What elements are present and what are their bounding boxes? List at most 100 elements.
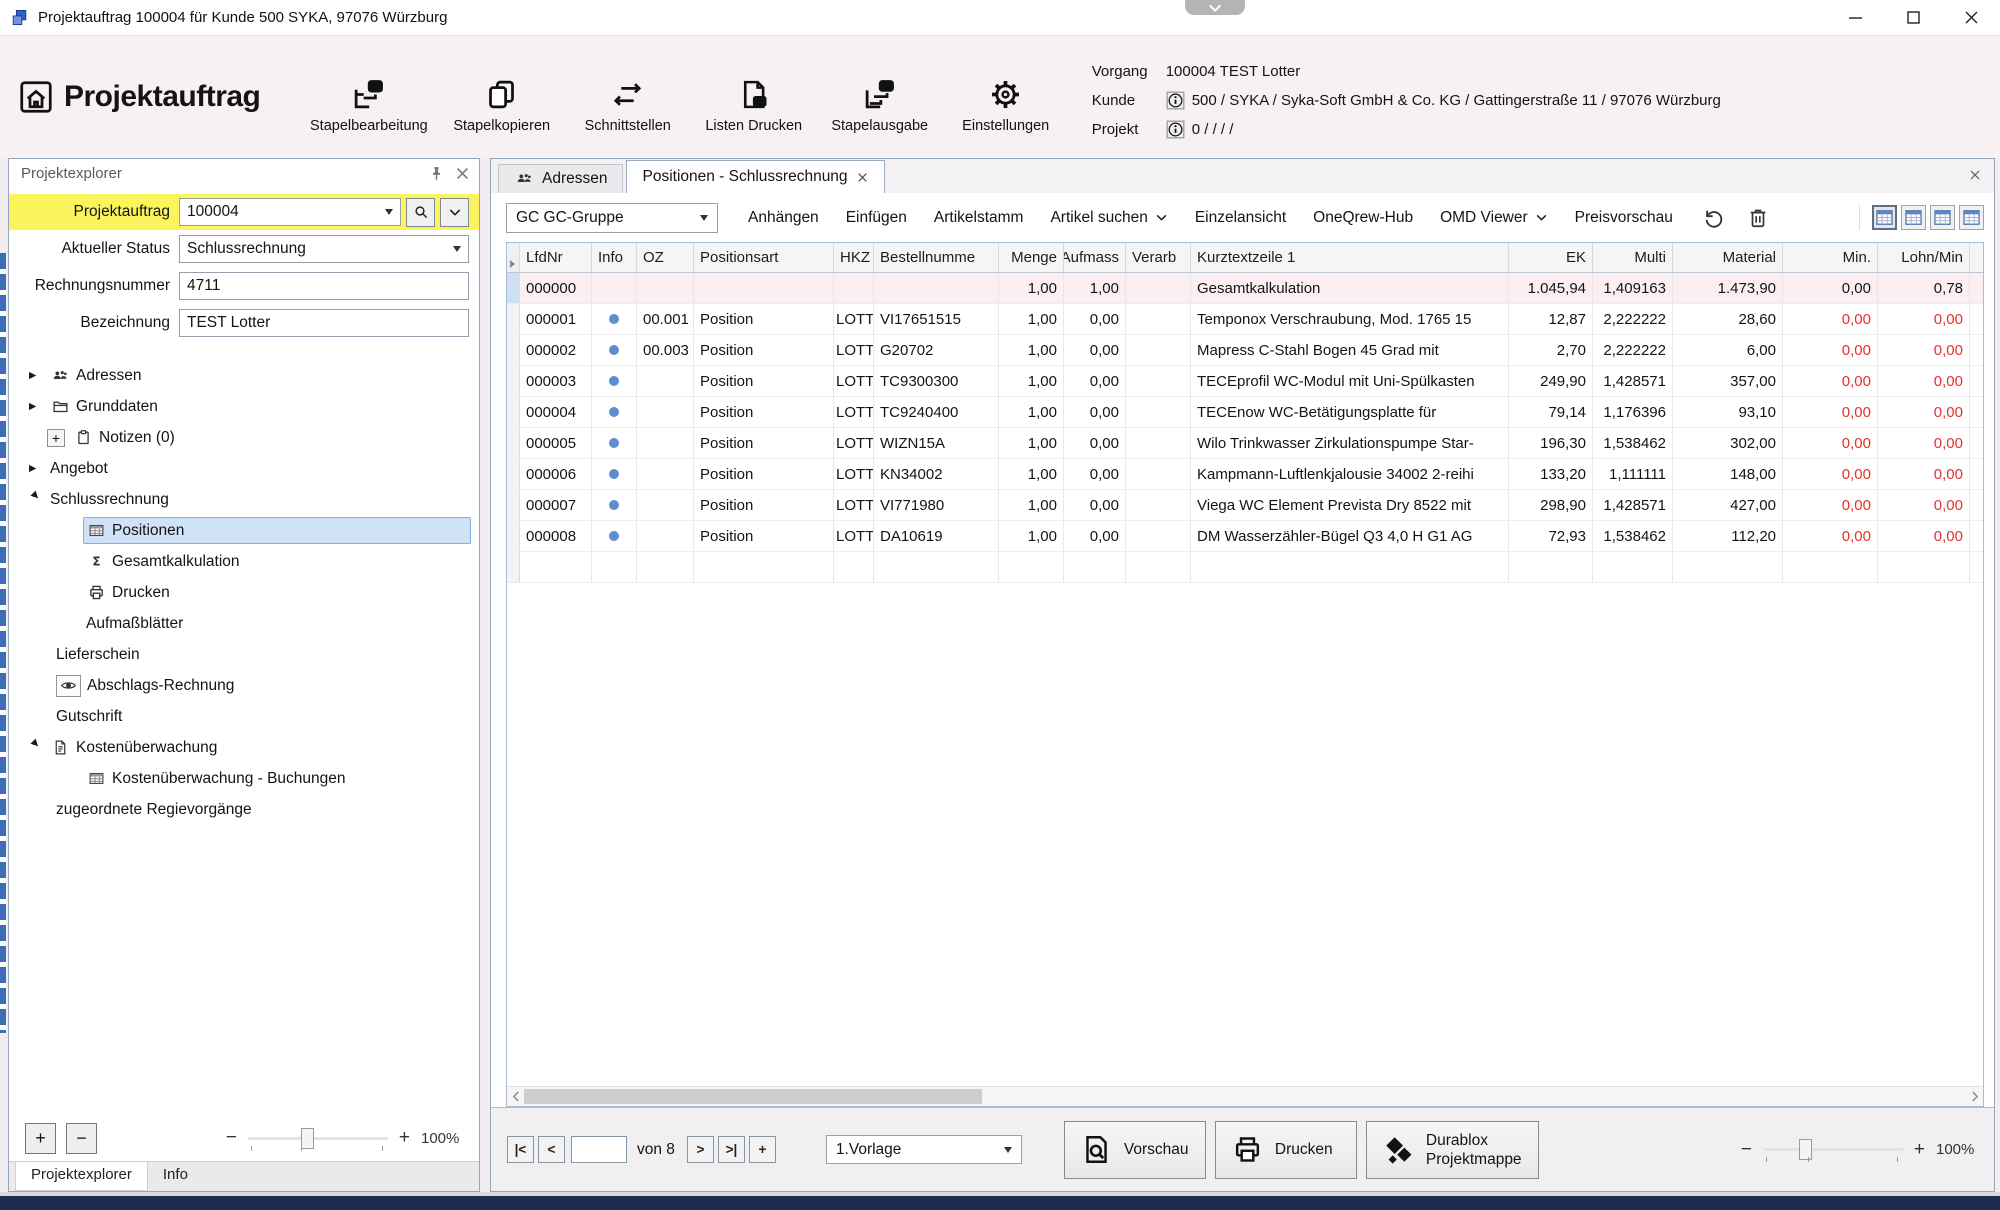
menu-item-oneqrew-hub[interactable]: OneQrew-Hub xyxy=(1313,209,1413,227)
expand-icon[interactable]: ▶ xyxy=(29,463,47,474)
toolbar-button-einstellungen[interactable]: Einstellungen xyxy=(954,78,1058,134)
tree-collapse-all-button[interactable]: − xyxy=(66,1123,97,1154)
row-selector[interactable] xyxy=(507,552,520,582)
tree-item-grunddaten[interactable]: ▶Grunddaten xyxy=(9,391,479,422)
undo-icon[interactable] xyxy=(1703,207,1725,229)
column-header-info[interactable]: Info xyxy=(592,243,637,272)
page-number-input[interactable] xyxy=(571,1136,627,1163)
tab-adressen[interactable]: Adressen xyxy=(498,164,623,193)
next-page-button[interactable]: > xyxy=(687,1136,714,1163)
zoom-slider[interactable] xyxy=(1763,1148,1903,1151)
zoom-out-icon[interactable]: − xyxy=(1741,1139,1752,1161)
toolbar-button-stapelbearbeitung[interactable]: Stapelbearbeitung xyxy=(310,78,428,134)
expand-search-button[interactable] xyxy=(440,198,469,227)
tab-info[interactable]: Info xyxy=(148,1162,203,1191)
table-row-000005[interactable]: 000005PositionLOTTWIZN15A1,000,00Wilo Tr… xyxy=(507,428,1983,459)
zoom-slider-thumb[interactable] xyxy=(301,1128,314,1149)
tree-item-drucken[interactable]: Drucken xyxy=(9,577,479,608)
column-header-lohn-min[interactable]: Lohn/Min xyxy=(1878,243,1970,272)
pin-icon[interactable] xyxy=(428,165,445,182)
row-selector[interactable] xyxy=(507,397,520,427)
row-selector[interactable] xyxy=(507,428,520,458)
tabgroup-close-icon[interactable] xyxy=(1968,168,1982,182)
scrollbar-thumb[interactable] xyxy=(524,1089,982,1104)
zoom-in-icon[interactable]: + xyxy=(399,1127,410,1149)
view-mode-button-3[interactable] xyxy=(1930,205,1955,230)
table-row-000003[interactable]: 000003PositionLOTTTC93003001,000,00TECEp… xyxy=(507,366,1983,397)
view-mode-button-1[interactable] xyxy=(1872,205,1897,230)
minimize-button[interactable] xyxy=(1826,0,1884,35)
last-page-button[interactable]: >| xyxy=(718,1136,745,1163)
projektauftrag-combo[interactable]: 100004 xyxy=(179,198,401,226)
menu-item-artikel-suchen[interactable]: Artikel suchen xyxy=(1050,209,1167,227)
toolbar-button-stapelkopieren[interactable]: Stapelkopieren xyxy=(450,78,554,134)
column-header-aufmass[interactable]: Aufmass xyxy=(1064,243,1126,272)
row-selector[interactable] xyxy=(507,490,520,520)
row-selector[interactable] xyxy=(507,366,520,396)
trash-icon[interactable] xyxy=(1747,207,1769,229)
menu-item-omd-viewer[interactable]: OMD Viewer xyxy=(1440,209,1548,227)
tab-close-icon[interactable] xyxy=(856,171,869,184)
panel-close-icon[interactable] xyxy=(454,165,471,182)
expand-icon[interactable]: ▶ xyxy=(29,401,47,412)
table-row-000002[interactable]: 00000200.003PositionLOTTG207021,000,00Ma… xyxy=(507,335,1983,366)
row-selector[interactable] xyxy=(507,521,520,551)
tree-item-schlussrechnung[interactable]: ▶Schlussrechnung xyxy=(9,484,479,515)
zoom-in-icon[interactable]: + xyxy=(1914,1139,1925,1161)
column-header-positionsart[interactable]: Positionsart xyxy=(694,243,834,272)
column-header-ek[interactable]: EK xyxy=(1509,243,1593,272)
close-button[interactable] xyxy=(1942,0,2000,35)
drucken-button[interactable]: Drucken xyxy=(1215,1121,1357,1179)
gc-gruppe-select[interactable]: GC GC-Gruppe xyxy=(506,203,718,233)
table-row-empty[interactable] xyxy=(507,552,1983,583)
row-selector[interactable] xyxy=(507,273,520,303)
bezeichnung-input[interactable]: TEST Lotter xyxy=(179,309,469,337)
row-selector[interactable] xyxy=(507,304,520,334)
tree-item-kosten-berwachung-buchungen[interactable]: Kostenüberwachung - Buchungen xyxy=(9,763,479,794)
column-header-lfdnr[interactable]: LfdNr xyxy=(520,243,592,272)
first-page-button[interactable]: |< xyxy=(507,1136,534,1163)
column-header-hkz[interactable]: HKZ xyxy=(834,243,874,272)
table-row-000007[interactable]: 000007PositionLOTTVI7719801,000,00Viega … xyxy=(507,490,1983,521)
table-row-000000[interactable]: 0000001,001,00Gesamtkalkulation1.045,941… xyxy=(507,273,1983,304)
add-row-button[interactable]: + xyxy=(749,1136,776,1163)
search-button[interactable] xyxy=(406,198,435,227)
scroll-left-icon[interactable] xyxy=(507,1091,525,1102)
tree-item-kosten-berwachung[interactable]: ▶Kostenüberwachung xyxy=(9,732,479,763)
zoom-slider-thumb[interactable] xyxy=(1799,1139,1812,1160)
tree-item-zugeordnete-regievorg-nge[interactable]: zugeordnete Regievorgänge xyxy=(9,794,479,825)
tab-projektexplorer[interactable]: Projektexplorer xyxy=(15,1162,148,1191)
column-header-multi[interactable]: Multi xyxy=(1593,243,1673,272)
column-header-oz[interactable]: OZ xyxy=(637,243,694,272)
tree-item-adressen[interactable]: ▶Adressen xyxy=(9,360,479,391)
prev-page-button[interactable]: < xyxy=(538,1136,565,1163)
zoom-out-icon[interactable]: − xyxy=(226,1127,237,1149)
view-mode-button-2[interactable] xyxy=(1901,205,1926,230)
tree-item-notizen-0[interactable]: +Notizen (0) xyxy=(9,422,479,453)
expand-plus-icon[interactable]: + xyxy=(47,429,65,447)
view-mode-button-4[interactable] xyxy=(1959,205,1984,230)
toolbar-button-schnittstellen[interactable]: Schnittstellen xyxy=(576,78,680,134)
menu-item-artikelstamm[interactable]: Artikelstamm xyxy=(934,209,1024,227)
column-header-min[interactable]: Min. xyxy=(1783,243,1878,272)
menu-item-preisvorschau[interactable]: Preisvorschau xyxy=(1575,209,1673,227)
toolbar-button-stapelausgabe[interactable]: Stapelausgabe xyxy=(828,78,932,134)
scroll-right-icon[interactable] xyxy=(1965,1091,1983,1102)
tab-positionen-schlussrechnung[interactable]: Positionen - Schlussrechnung xyxy=(626,160,884,193)
tree-item-gesamtkalkulation[interactable]: ΣGesamtkalkulation xyxy=(9,546,479,577)
menu-item-einf-gen[interactable]: Einfügen xyxy=(846,209,907,227)
tree-item-positionen[interactable]: Positionen xyxy=(9,515,479,546)
table-row-000008[interactable]: 000008PositionLOTTDA106191,000,00DM Wass… xyxy=(507,521,1983,552)
vorschau-button[interactable]: Vorschau xyxy=(1064,1121,1206,1179)
menu-item-anh-ngen[interactable]: Anhängen xyxy=(748,209,819,227)
horizontal-scrollbar[interactable] xyxy=(507,1086,1983,1106)
info-icon[interactable] xyxy=(1166,120,1185,139)
column-header-verarb[interactable]: Verarb xyxy=(1126,243,1191,272)
info-icon[interactable] xyxy=(1166,91,1185,110)
column-header-kurztextzeile-1[interactable]: Kurztextzeile 1 xyxy=(1191,243,1509,272)
column-header-menge[interactable]: Menge xyxy=(999,243,1064,272)
tree-item-abschlags-rechnung[interactable]: Abschlags-Rechnung xyxy=(9,670,479,701)
table-row-000001[interactable]: 00000100.001PositionLOTTVI176515151,000,… xyxy=(507,304,1983,335)
column-header-material[interactable]: Material xyxy=(1673,243,1783,272)
toolbar-button-listen-drucken[interactable]: Listen Drucken xyxy=(702,78,806,134)
